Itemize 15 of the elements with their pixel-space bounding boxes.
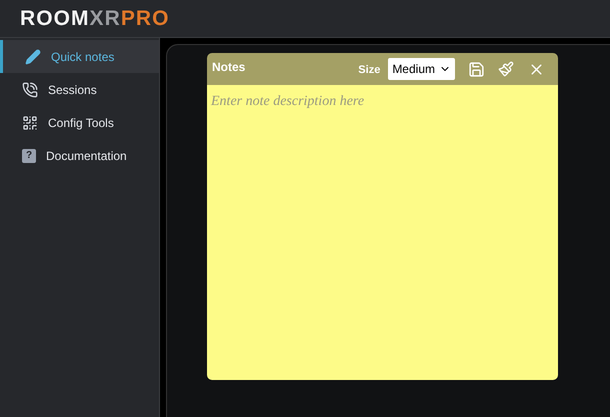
qr-code-icon	[22, 114, 38, 130]
pencil-icon	[25, 48, 41, 64]
sidebar-item[interactable]: ? Documentation	[0, 139, 159, 172]
logo: ROOMXRPRO	[20, 6, 170, 32]
sidebar-item[interactable]: Config Tools	[0, 106, 159, 139]
sidebar-item[interactable]: Quick notes	[0, 40, 159, 73]
brush-icon	[498, 61, 514, 77]
note-input-field[interactable]: Enter note description here	[207, 85, 558, 380]
save-icon	[468, 60, 484, 78]
phone-icon	[22, 82, 38, 98]
size-select[interactable]: Medium	[388, 58, 455, 80]
note-title: Notes	[212, 59, 246, 76]
sidebar-item[interactable]: Sessions	[0, 73, 159, 106]
size-label: Size	[358, 63, 380, 78]
help-icon: ?	[22, 148, 36, 162]
